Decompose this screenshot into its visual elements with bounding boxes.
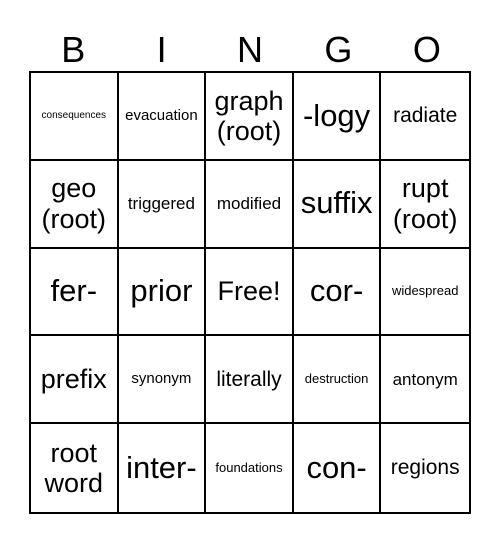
- bingo-cell[interactable]: con-: [294, 424, 382, 512]
- bingo-cell[interactable]: evacuation: [118, 73, 207, 161]
- bingo-cell[interactable]: rupt (root): [381, 161, 469, 249]
- bingo-cell[interactable]: geo (root): [31, 160, 119, 249]
- bingo-cell[interactable]: -logy: [293, 73, 382, 161]
- bingo-cell[interactable]: consequences: [31, 73, 119, 161]
- bingo-cell[interactable]: literally: [206, 336, 294, 425]
- header-letter-n: N: [237, 29, 264, 70]
- bingo-cell[interactable]: graph (root): [206, 73, 294, 161]
- bingo-cell[interactable]: triggered: [118, 160, 207, 249]
- bingo-grid: consequences evacuation graph (root) -lo…: [29, 71, 471, 514]
- bingo-cell[interactable]: cor-: [293, 248, 382, 337]
- bingo-cell[interactable]: widespread: [381, 249, 469, 337]
- bingo-cell[interactable]: foundations: [206, 424, 294, 512]
- header-letter-g: G: [324, 29, 353, 70]
- bingo-header: B I N G O: [29, 28, 471, 72]
- header-letter-i: I: [156, 29, 167, 70]
- bingo-cell[interactable]: regions: [381, 424, 469, 512]
- bingo-cell[interactable]: suffix: [293, 160, 382, 249]
- bingo-cell[interactable]: prefix: [31, 336, 119, 425]
- bingo-cell[interactable]: antonym: [381, 336, 469, 425]
- bingo-cell[interactable]: inter-: [119, 424, 207, 512]
- header-letter-b: B: [61, 29, 86, 70]
- bingo-cell[interactable]: modified: [206, 160, 294, 249]
- bingo-cell[interactable]: fer-: [31, 248, 119, 337]
- bingo-cell[interactable]: destruction: [293, 336, 382, 425]
- bingo-cell[interactable]: radiate: [381, 73, 469, 161]
- bingo-cell[interactable]: root word: [31, 424, 119, 512]
- header-letter-o: O: [412, 29, 441, 70]
- bingo-cell[interactable]: synonym: [118, 336, 207, 425]
- bingo-cell[interactable]: prior: [118, 248, 207, 337]
- free-space-cell[interactable]: Free!: [206, 248, 294, 337]
